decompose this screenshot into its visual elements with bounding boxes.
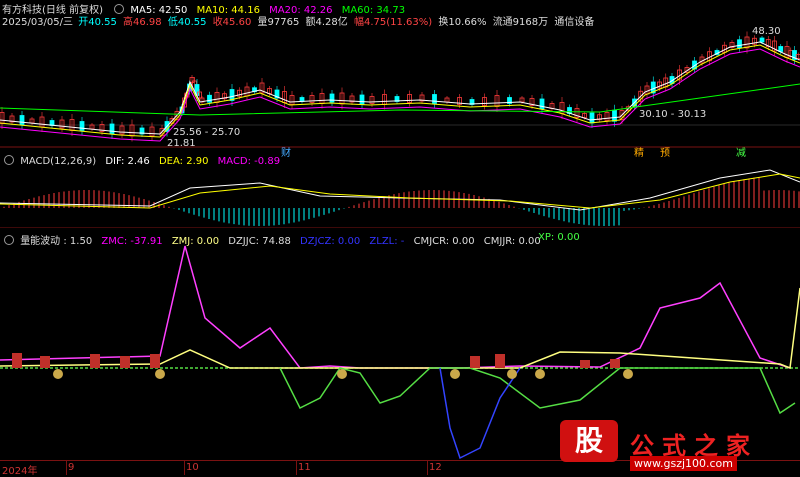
blue-line	[439, 367, 521, 460]
watermark-url: www.gszj100.com	[630, 456, 738, 471]
volume-bar	[495, 354, 505, 368]
x-tick-10	[184, 460, 185, 475]
volume-bar	[610, 359, 620, 368]
volume-bar	[470, 356, 480, 368]
watermark-stock-char: 股	[560, 420, 618, 462]
candle	[539, 98, 545, 110]
x-axis-month-9: 9	[68, 462, 75, 473]
volume-bar	[12, 353, 22, 368]
candle	[612, 109, 617, 122]
volume-bar	[580, 360, 590, 368]
watermark-logo: 股 公式之家 www.gszj100.com	[560, 420, 800, 475]
macd-chart[interactable]	[0, 148, 800, 228]
ma10-line	[0, 44, 800, 138]
x-tick-12	[427, 460, 428, 475]
coin-marker	[155, 369, 165, 379]
price-chart[interactable]	[0, 0, 800, 150]
volume-bar	[40, 356, 50, 368]
range-label-2: 30.10 - 30.13	[639, 109, 707, 120]
candle	[432, 94, 437, 104]
coin-marker	[507, 369, 517, 379]
range-label-1: 25.56 - 25.70	[173, 127, 241, 138]
ma5-line	[0, 41, 800, 135]
volume-bar	[150, 354, 160, 368]
candle	[589, 112, 595, 124]
x-axis-month-10: 10	[186, 462, 199, 473]
coin-marker	[53, 369, 63, 379]
coin-marker	[450, 369, 460, 379]
candle	[737, 39, 742, 49]
volume-bar	[90, 354, 100, 368]
x-axis-month-11: 11	[298, 462, 311, 473]
x-axis-month-12: 12	[429, 462, 442, 473]
x-tick-9	[66, 460, 67, 475]
candle	[759, 37, 765, 43]
zmc-line	[0, 245, 791, 369]
candle	[329, 93, 335, 103]
coin-marker	[535, 369, 545, 379]
candle	[79, 121, 85, 131]
dea-line	[0, 173, 800, 209]
coin-marker	[337, 369, 347, 379]
peak-price-label: 48.30	[752, 26, 781, 37]
volume-bar	[120, 356, 130, 368]
candle	[109, 123, 115, 135]
candle	[19, 115, 25, 125]
candle	[359, 94, 365, 105]
coin-marker	[623, 369, 633, 379]
x-tick-11	[296, 460, 297, 475]
candle	[207, 94, 212, 103]
dif-line	[0, 169, 800, 211]
